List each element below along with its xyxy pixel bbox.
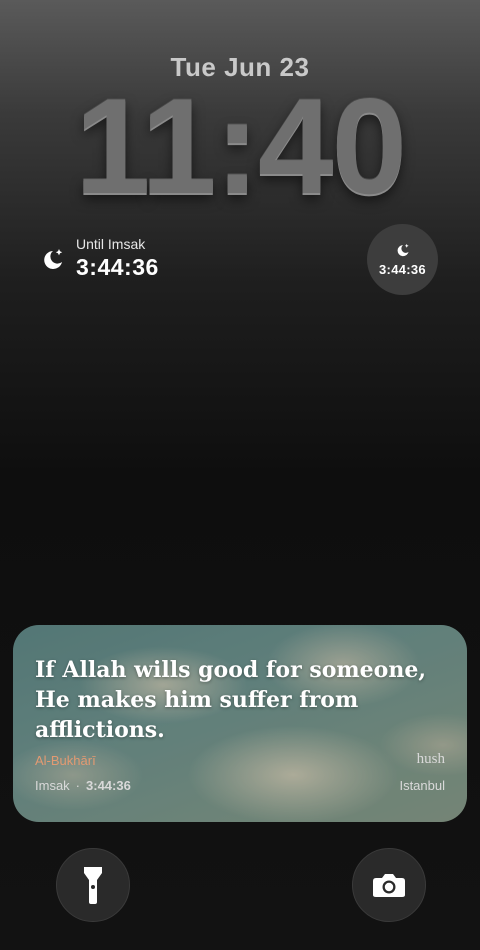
flashlight-button[interactable]	[56, 848, 130, 922]
lockscreen-clock: 11:40	[74, 70, 407, 222]
imsak-countdown-widget[interactable]: Until Imsak 3:44:36	[40, 236, 159, 281]
widget-countdown: 3:44:36	[76, 254, 159, 280]
separator-dot: ·	[75, 778, 81, 793]
prayer-name: Imsak	[35, 778, 70, 793]
moon-stars-icon	[44, 248, 63, 269]
prayer-countdown: 3:44:36	[86, 778, 131, 793]
prayer-countdown-row: Imsak · 3:44:36	[35, 778, 131, 793]
widget-label: Until Imsak	[76, 236, 146, 252]
quote-source: Al-Bukhārī	[35, 753, 96, 768]
city-label: Istanbul	[399, 778, 445, 793]
camera-button[interactable]	[352, 848, 426, 922]
circular-widget-countdown: 3:44:36	[379, 262, 426, 277]
brand-label: hush	[416, 751, 445, 767]
camera-icon	[373, 874, 405, 897]
hush-quote-widget[interactable]: If Allah wills good for someone, He make…	[13, 625, 467, 822]
quote-text: If Allah wills good for someone, He make…	[35, 657, 426, 743]
moon-stars-icon	[397, 243, 409, 257]
imsak-circular-widget[interactable]: 3:44:36	[367, 224, 438, 295]
flashlight-icon	[84, 867, 102, 904]
